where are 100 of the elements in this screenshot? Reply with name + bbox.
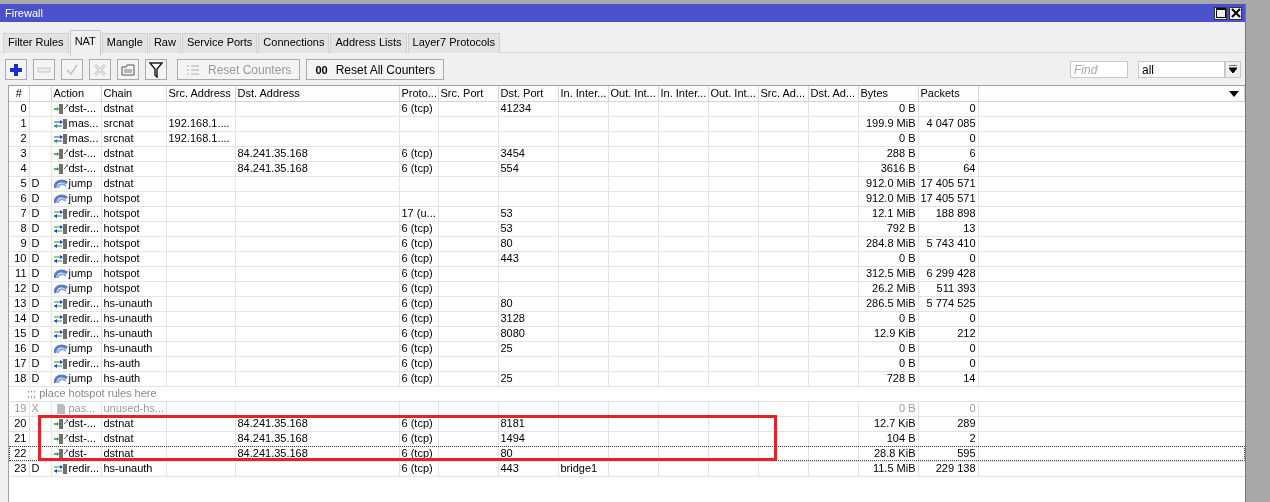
- table-row[interactable]: 4 dst-... dstnat 84.241.35.168 6 (tcp) 554 3616 B 64: [9, 161, 1245, 176]
- table-cell: 64: [963, 162, 976, 174]
- cross-icon: [93, 62, 107, 77]
- column-header[interactable]: Dst. Port: [498, 86, 558, 101]
- table-row[interactable]: 7 D redir... hotspot 17 (u... 53 12.1 MiB 188 898: [9, 206, 1245, 221]
- table-cell: 4: [20, 162, 27, 174]
- table-cell: 84.241.35.168: [237, 147, 308, 159]
- column-header[interactable]: Src. Address: [166, 86, 235, 101]
- column-header[interactable]: Bytes: [858, 86, 918, 101]
- table-cell: hotspot: [103, 222, 140, 234]
- table-row[interactable]: 14 D redir... hs-unauth 6 (tcp) 3128 0 B 0: [9, 311, 1245, 326]
- table-cell: 84.241.35.168: [237, 162, 308, 174]
- table-row[interactable]: 18 D jump hs-auth 6 (tcp) 25 728 B 14: [9, 371, 1245, 386]
- table-row[interactable]: 8 D redir... hotspot 6 (tcp) 53 792 B 13: [9, 221, 1245, 236]
- table-row[interactable]: 11 D jump hotspot 6 (tcp) 312.5 MiB 6 299 428: [9, 266, 1245, 281]
- table-row[interactable]: 21 dst-... dstnat 84.241.35.168 6 (tcp) 1494 104 B 2: [9, 431, 1245, 446]
- table-cell: jump: [68, 192, 93, 205]
- table-cell: 288 B: [886, 147, 916, 159]
- column-header[interactable]: Packets: [918, 86, 978, 101]
- column-header[interactable]: Out. Int...: [708, 86, 758, 101]
- table-cell: 443: [500, 252, 519, 264]
- table-row[interactable]: 22 dst- dstnat 84.241.35.168 6 (tcp) 80 28.8 KiB 595: [9, 446, 1245, 461]
- tab[interactable]: Filter Rules: [3, 33, 69, 53]
- table-row[interactable]: 1 mas... srcnat 192.168.1.... 199.9 MiB 4 047 085: [9, 116, 1245, 131]
- table-cell: 25: [500, 372, 513, 384]
- tab[interactable]: Layer7 Protocols: [407, 33, 501, 53]
- filter-dropdown[interactable]: all: [1138, 61, 1225, 78]
- table-row[interactable]: 16 D jump hs-unauth 6 (tcp) 25 0 B 0: [9, 341, 1245, 356]
- table-cell: D: [31, 297, 40, 309]
- table-cell: mas...: [68, 132, 99, 145]
- close-button[interactable]: [1229, 6, 1242, 20]
- column-header[interactable]: Dst. Address: [235, 86, 399, 101]
- table-cell: 286.5 MiB: [865, 297, 916, 309]
- table-cell: D: [31, 312, 40, 324]
- tab[interactable]: Address Lists: [330, 33, 407, 53]
- table-row[interactable]: 23 D redir... hs-unauth 6 (tcp) 443 bridge1 11.5 MiB 229 138: [9, 461, 1245, 476]
- column-header[interactable]: Src. Port: [438, 86, 498, 101]
- table-row[interactable]: 5 D jump dstnat 912.0 MiB 17 405 571: [9, 176, 1245, 191]
- table-cell: 284.8 MiB: [865, 237, 916, 249]
- table-cell: redir...: [68, 297, 100, 310]
- table-row[interactable]: 13 D redir... hs-unauth 6 (tcp) 80 286.5 MiB 5 774 525: [9, 296, 1245, 311]
- table-row[interactable]: 6 D jump hotspot 912.0 MiB 17 405 571: [9, 191, 1245, 206]
- table-cell: 12.1 MiB: [872, 207, 916, 219]
- table-cell: 6 (tcp): [401, 447, 433, 459]
- table-cell: 12: [14, 282, 27, 294]
- table-cell: 17 405 571: [920, 192, 976, 204]
- column-header[interactable]: #: [9, 86, 29, 101]
- table-row[interactable]: 9 D redir... hotspot 6 (tcp) 80 284.8 MiB 5 743 410: [9, 236, 1245, 251]
- tab[interactable]: NAT: [69, 30, 101, 56]
- table-row[interactable]: 17 D redir... hs-auth 6 (tcp) 0 B 0: [9, 356, 1245, 371]
- toolbar-icon-button[interactable]: [5, 59, 27, 80]
- table-row[interactable]: 3 dst-... dstnat 84.241.35.168 6 (tcp) 3454 288 B 6: [9, 146, 1245, 161]
- tab[interactable]: Mangle: [101, 33, 148, 53]
- table-cell: 6 (tcp): [401, 312, 433, 324]
- table-cell: dst-...: [68, 162, 96, 175]
- column-header[interactable]: Chain: [101, 86, 166, 101]
- table-cell: redir...: [68, 237, 100, 250]
- table-row[interactable]: 10 D redir... hotspot 6 (tcp) 443 0 B 0: [9, 251, 1245, 266]
- column-header[interactable]: Dst. Ad...: [808, 86, 858, 101]
- table-cell: 6 (tcp): [401, 237, 433, 249]
- toolbar-button[interactable]: 00 Reset All Counters: [306, 59, 444, 80]
- table-cell: 554: [500, 162, 519, 174]
- table-cell: 26.2 MiB: [872, 282, 916, 294]
- table-cell: D: [31, 462, 40, 474]
- tab[interactable]: Service Ports: [181, 33, 258, 53]
- table-cell: bridge1: [560, 462, 598, 474]
- table-cell: 21: [14, 432, 27, 444]
- tab[interactable]: Connections: [258, 33, 330, 53]
- toolbar-icon-button[interactable]: [145, 59, 167, 80]
- search-field[interactable]: Find: [1070, 61, 1128, 78]
- column-header[interactable]: Proto...: [399, 86, 438, 101]
- table-cell: jump: [68, 267, 93, 280]
- table-cell: 0 B: [899, 132, 916, 144]
- arrows-icon: [53, 297, 68, 310]
- table-cell: D: [31, 237, 40, 249]
- table-row[interactable]: 0 dst-... dstnat 6 (tcp) 41234 0 B 0: [9, 101, 1245, 116]
- column-header[interactable]: Src. Ad...: [758, 86, 808, 101]
- table-cell: 53: [500, 207, 513, 219]
- table-cell: 912.0 MiB: [865, 192, 916, 204]
- table-cell: 6 (tcp): [401, 327, 433, 339]
- arrows-icon: [53, 432, 68, 445]
- table-cell: redir...: [68, 357, 100, 370]
- column-header[interactable]: Action: [51, 86, 101, 101]
- table-cell: 0 B: [899, 312, 916, 324]
- column-header[interactable]: In. Inter...: [658, 86, 708, 101]
- column-header[interactable]: Out. Int...: [608, 86, 658, 101]
- arrows-icon: [53, 162, 68, 175]
- table-cell: 0 B: [899, 357, 916, 369]
- arrows-icon: [53, 462, 68, 475]
- table-row[interactable]: 20 dst-... dstnat 84.241.35.168 6 (tcp) 8181 12.7 KiB 289: [9, 416, 1245, 431]
- tab[interactable]: Raw: [148, 33, 181, 53]
- table-row[interactable]: 2 mas... srcnat 192.168.1.... 0 B 0: [9, 131, 1245, 146]
- table-row[interactable]: 12 D jump hotspot 6 (tcp) 26.2 MiB 511 393: [9, 281, 1245, 296]
- table-cell: 443: [500, 462, 519, 474]
- column-header[interactable]: In. Inter...: [558, 86, 608, 101]
- table-cell: dstnat: [103, 177, 134, 189]
- curved-arrow-icon: [53, 342, 68, 355]
- maximize-button[interactable]: [1214, 6, 1227, 20]
- dropdown-button[interactable]: [1225, 61, 1241, 78]
- table-row[interactable]: 15 D redir... hs-unauth 6 (tcp) 8080 12.9 KiB 212: [9, 326, 1245, 341]
